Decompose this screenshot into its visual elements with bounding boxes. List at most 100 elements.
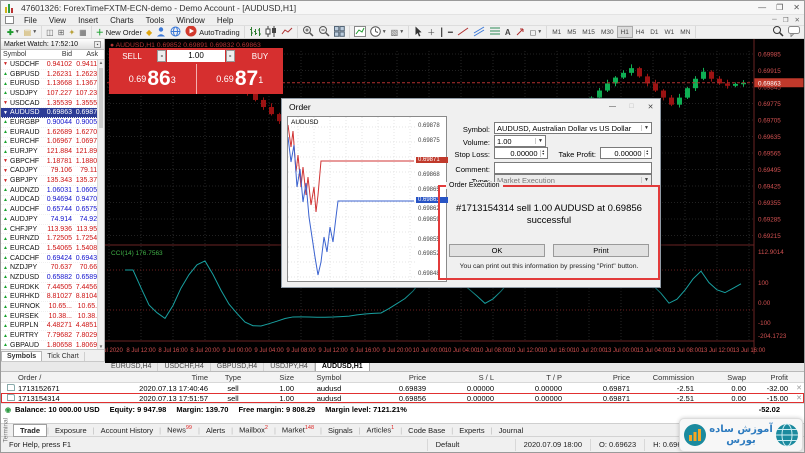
market-watch-row-cadchf[interactable]: ▲CADCHF0.694240.69435 (1, 254, 104, 264)
autotrading-button[interactable]: AutoTrading (183, 26, 242, 38)
terminal-toggle[interactable]: ▦ (77, 26, 89, 38)
market-watch-row-audusd[interactable]: ▼AUDUSD0.698630.69871 (1, 108, 104, 118)
market-watch-row-eurdkk[interactable]: ▲EURDKK7.445057.44562 (1, 283, 104, 293)
menu-tools[interactable]: Tools (140, 16, 171, 25)
close-position-button[interactable]: ✕ (791, 394, 805, 402)
new-chart-button[interactable]: ✚▼ (5, 26, 22, 38)
terminal-column-S / L[interactable]: S / L (429, 373, 497, 382)
market-watch-row-eurnok[interactable]: ▲EURNOK10.65...10.65... (1, 302, 104, 312)
market-watch-row-gbpaud[interactable]: ▲GBPAUD1.806581.80698 (1, 341, 104, 349)
indicators-button[interactable] (352, 26, 368, 38)
menu-window[interactable]: Window (170, 16, 210, 25)
vline-button[interactable]: ┃ (437, 26, 446, 38)
sell-button[interactable]: SELL (109, 48, 155, 64)
print-button[interactable]: Print (553, 244, 649, 257)
line-chart-button[interactable] (279, 26, 295, 38)
dialog-minimize-button[interactable]: — (603, 103, 622, 111)
sell-price[interactable]: 0.69 86 3 (109, 64, 197, 94)
market-watch-row-usdchf[interactable]: ▼USDCHF0.941020.94112 (1, 60, 104, 70)
window-minimize-button[interactable]: — (758, 3, 766, 12)
child-close-button[interactable]: ✕ (795, 16, 800, 24)
tab-account-history[interactable]: Account History (95, 425, 160, 436)
menu-file[interactable]: File (18, 16, 43, 25)
market-watch-row-audjpy[interactable]: ▲AUDJPY74.91474.922 (1, 215, 104, 225)
market-watch-row-eurgbp[interactable]: ▲EURGBP0.900440.90051 (1, 118, 104, 128)
order-row-1713152671[interactable]: 17131526712020.07.13 17:40:46sell1.00aud… (1, 383, 804, 393)
community-button[interactable] (168, 26, 183, 38)
market-watch-options-button[interactable]: ▪ (94, 41, 101, 48)
zoom-out-button[interactable] (316, 26, 332, 38)
tab-market[interactable]: Market148 (276, 424, 320, 436)
market-watch-row-eurcad[interactable]: ▲EURCAD1.540651.54084 (1, 244, 104, 254)
market-watch-row-eurhkd[interactable]: ▲EURHKD8.810278.81043 (1, 293, 104, 303)
terminal-column-Size[interactable]: Size (255, 373, 297, 382)
chart-tab-usdchf-h4[interactable]: USDCHF,H4 (158, 362, 210, 371)
tab-mailbox[interactable]: Mailbox2 (233, 424, 274, 436)
terminal-header-row[interactable]: Order /TimeTypeSizeSymbolPriceS / LT / P… (1, 372, 804, 383)
tab-trade[interactable]: Trade (13, 424, 47, 437)
crosshair-button[interactable]: ＋ (425, 26, 437, 38)
market-watch-row-gbpusd[interactable]: ▲GBPUSD1.262311.26239 (1, 70, 104, 80)
comment-input[interactable] (494, 162, 652, 174)
market-watch-tab-tick-chart[interactable]: Tick Chart (42, 352, 85, 361)
column-ask[interactable]: Ask (74, 51, 100, 58)
market-watch-row-gbpjpy[interactable]: ▼GBPJPY135.343135.376 (1, 176, 104, 186)
close-position-button[interactable]: ✕ (791, 384, 805, 392)
child-restore-button[interactable]: ❐ (783, 16, 789, 24)
terminal-column-Profit[interactable]: Profit (749, 373, 791, 382)
stop-loss-input[interactable]: 0.00000▲▼ (494, 147, 548, 159)
menu-charts[interactable]: Charts (104, 16, 140, 25)
market-watch-row-cadjpy[interactable]: ▼CADJPY79.10679.115 (1, 167, 104, 177)
buy-button[interactable]: BUY (237, 48, 283, 64)
metaeditor-button[interactable]: ◆ (144, 26, 154, 38)
tab-articles[interactable]: Articles1 (361, 424, 401, 436)
experts-button[interactable] (154, 26, 168, 38)
market-watch-row-chfjpy[interactable]: ▲CHFJPY113.936113.954 (1, 225, 104, 235)
market-watch-row-eurnzd[interactable]: ▲EURNZD1.725051.72549 (1, 234, 104, 244)
cursor-button[interactable] (411, 26, 425, 38)
tile-windows-button[interactable] (332, 26, 347, 38)
fibonacci-button[interactable] (487, 26, 503, 38)
volume-input[interactable]: 1.00 (167, 50, 225, 62)
market-watch-row-nzdjpy[interactable]: ▲NZDJPY70.63770.660 (1, 263, 104, 273)
symbol-select[interactable]: AUDUSD, Australian Dollar vs US Dollar▼ (494, 122, 652, 134)
market-watch-row-audchf[interactable]: ▲AUDCHF0.657440.65755 (1, 205, 104, 215)
tab-signals[interactable]: Signals (322, 425, 359, 436)
zoom-in-button[interactable] (300, 26, 316, 38)
timeframe-m30[interactable]: M30 (598, 26, 617, 38)
profiles-button[interactable]: ▤▼ (22, 26, 40, 38)
market-watch-row-audcad[interactable]: ▲AUDCAD0.946940.94708 (1, 196, 104, 206)
order-row-1713154314[interactable]: 17131543142020.07.13 17:51:57sell1.00aud… (1, 393, 804, 403)
market-watch-tab-symbols[interactable]: Symbols (1, 351, 42, 361)
terminal-column-Type[interactable]: Type (211, 373, 255, 382)
tab-code-base[interactable]: Code Base (402, 425, 451, 436)
market-watch-column-headers[interactable]: Symbol Bid Ask (1, 50, 104, 60)
market-watch-row-eurchf[interactable]: ▲EURCHF1.069671.06974 (1, 138, 104, 148)
timeframe-h1[interactable]: H1 (617, 26, 633, 38)
volume-increase-button[interactable]: ▸ (226, 50, 235, 62)
channel-button[interactable] (471, 26, 487, 38)
market-watch-row-euraud[interactable]: ▲EURAUD1.626891.62708 (1, 128, 104, 138)
timeframe-m1[interactable]: M1 (549, 26, 564, 38)
status-profile[interactable]: Default (428, 439, 516, 451)
take-profit-input[interactable]: 0.00000▲▼ (600, 147, 652, 159)
window-close-button[interactable]: ✕ (793, 3, 800, 12)
shapes-button[interactable]: ◻▼ (528, 26, 545, 38)
market-watch-row-nzdusd[interactable]: ▲NZDUSD0.658820.65890 (1, 273, 104, 283)
menu-view[interactable]: View (43, 16, 72, 25)
tab-journal[interactable]: Journal (493, 425, 530, 436)
terminal-column-T / P[interactable]: T / P (497, 373, 565, 382)
menu-insert[interactable]: Insert (72, 16, 104, 25)
market-watch-row-eurtry[interactable]: ▲EURTRY7.796827.80298 (1, 331, 104, 341)
chart-tab-usdjpy-h4[interactable]: USDJPY,H4 (264, 362, 315, 371)
chart-tab-eurusd-h4[interactable]: EURUSD,H4 (105, 362, 158, 371)
main-chart[interactable]: 0.699850.699150.698450.697750.697050.696… (105, 39, 804, 361)
trendline-button[interactable] (455, 26, 471, 38)
dialog-close-button[interactable]: ✕ (641, 103, 660, 111)
market-watch-row-eurusd[interactable]: ▲EURUSD1.136681.13674 (1, 79, 104, 89)
tab-alerts[interactable]: Alerts (200, 425, 231, 436)
periods-button[interactable]: ▼ (368, 26, 389, 38)
navigator-toggle[interactable]: ✦ (66, 26, 77, 38)
timeframe-h4[interactable]: H4 (633, 26, 647, 38)
tab-experts[interactable]: Experts (453, 425, 490, 436)
